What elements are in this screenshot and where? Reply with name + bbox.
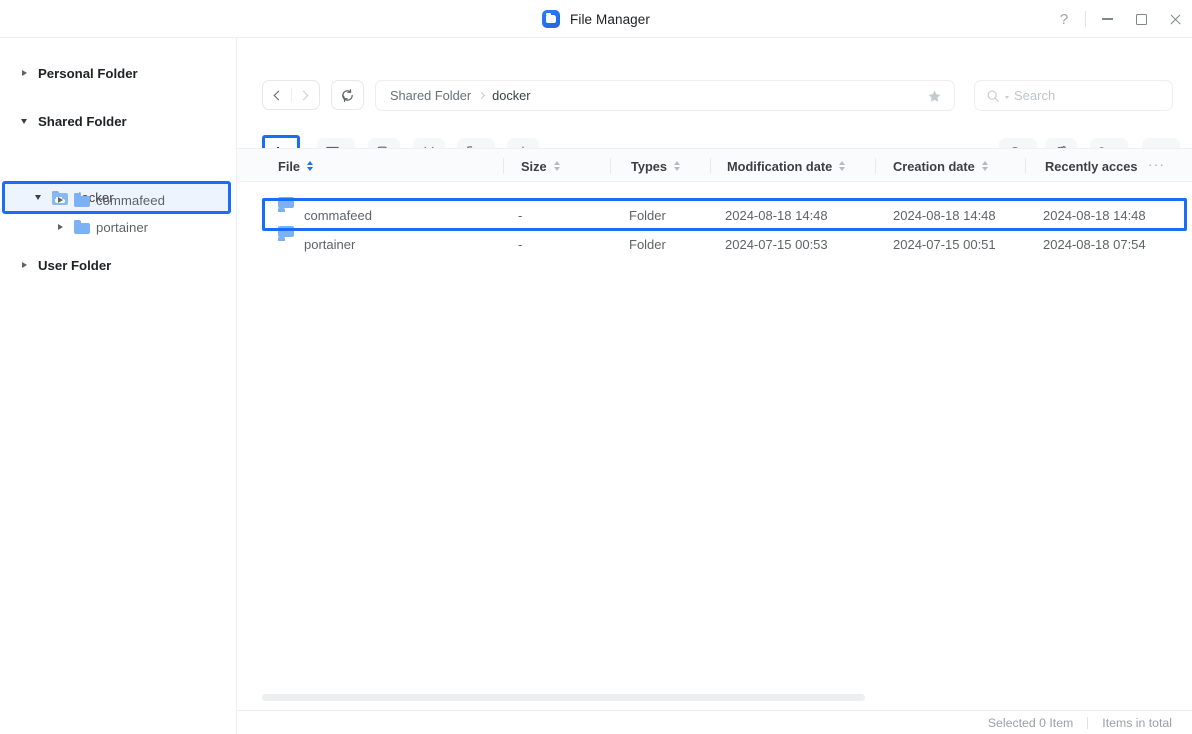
chevron-right-icon[interactable] (52, 192, 68, 208)
column-header-modification-date[interactable]: Modification date (727, 149, 846, 183)
chevron-right-icon[interactable] (16, 257, 32, 273)
horizontal-scrollbar[interactable] (262, 694, 865, 701)
column-label: Recently acces (1045, 158, 1138, 174)
column-label: Types (631, 158, 668, 174)
sidebar-item-label: Personal Folder (38, 65, 138, 81)
folder-icon (74, 193, 90, 207)
page-title: File Manager (570, 11, 650, 27)
file-size: - (518, 207, 523, 223)
selected-count: Selected 0 Item (987, 715, 1074, 730)
maximize-icon (1135, 13, 1147, 25)
breadcrumb-item-shared-folder[interactable]: Shared Folder (390, 88, 471, 103)
divider (1025, 158, 1026, 174)
search-input[interactable]: Search (1014, 88, 1055, 103)
chevron-right-icon[interactable] (16, 65, 32, 81)
chevron-right-icon[interactable] (52, 219, 68, 235)
sidebar-item-label: User Folder (38, 257, 112, 273)
column-label: Creation date (893, 158, 975, 174)
sort-indicator[interactable] (674, 161, 681, 171)
folder-app-icon (542, 10, 560, 28)
sidebar-item-label: commafeed (96, 192, 165, 208)
total-count: Items in total (1102, 715, 1172, 730)
sort-indicator[interactable] (981, 161, 988, 171)
file-type: Folder (629, 236, 666, 252)
sidebar-item-label: Shared Folder (38, 113, 127, 129)
help-button[interactable]: ? (1047, 0, 1081, 38)
minimize-icon (1101, 18, 1113, 20)
divider (503, 158, 504, 174)
search-box[interactable]: Search (974, 80, 1173, 111)
chevron-down-icon[interactable] (1005, 96, 1009, 99)
column-header-recently-accessed[interactable]: Recently acces (1045, 149, 1145, 183)
column-header-size[interactable]: Size (521, 149, 560, 183)
table-header: File Size Types Modification date Creati… (237, 148, 1192, 182)
column-header-types[interactable]: Types (631, 149, 681, 183)
file-name: commafeed (304, 207, 372, 223)
column-header-file[interactable]: File (278, 149, 314, 183)
sort-indicator[interactable] (307, 161, 314, 171)
sidebar-item-label: portainer (96, 219, 149, 235)
status-bar: Selected 0 Item Items in total (237, 710, 1192, 734)
maximize-button[interactable] (1124, 0, 1158, 38)
search-icon (987, 90, 999, 102)
file-size: - (518, 236, 523, 252)
column-header-creation-date[interactable]: Creation date (893, 149, 988, 183)
close-icon (1169, 13, 1181, 25)
sidebar-item-portainer[interactable]: portainer (6, 214, 230, 240)
sidebar-item-shared-folder[interactable]: Shared Folder (6, 108, 230, 134)
window-controls: ? (1047, 0, 1192, 38)
divider (610, 158, 611, 174)
close-button[interactable] (1158, 0, 1192, 38)
chevron-left-icon (273, 90, 284, 100)
column-label: File (278, 158, 301, 174)
divider (1085, 11, 1086, 27)
refresh-button[interactable] (331, 80, 364, 110)
title-bar-center: File Manager (0, 0, 1192, 38)
question-mark-icon: ? (1059, 10, 1069, 28)
table-row[interactable]: commafeed - Folder 2024-08-18 14:48 2024… (237, 196, 1192, 230)
breadcrumb-item-docker[interactable]: docker (492, 88, 530, 103)
file-accessed: 2024-08-18 07:54 (1043, 236, 1146, 252)
chevron-right-icon (478, 91, 486, 100)
sidebar-item-commafeed[interactable]: commafeed (6, 187, 230, 213)
sidebar-item-personal-folder[interactable]: Personal Folder (6, 60, 230, 86)
file-created: 2024-07-15 00:51 (893, 236, 996, 252)
file-modified: 2024-07-15 00:53 (725, 236, 828, 252)
file-accessed: 2024-08-18 14:48 (1043, 207, 1146, 223)
forward-button[interactable] (291, 81, 319, 109)
file-created: 2024-08-18 14:48 (893, 207, 996, 223)
table-row[interactable]: portainer - Folder 2024-07-15 00:53 2024… (237, 225, 1192, 259)
navigation-arrows (262, 80, 320, 110)
sidebar-item-user-folder[interactable]: User Folder (6, 252, 230, 278)
star-icon (928, 90, 940, 102)
column-label: Size (521, 158, 547, 174)
main-content: Shared Folder docker Search (237, 38, 1192, 734)
sort-indicator[interactable] (839, 161, 846, 171)
title-bar: File Manager ? (0, 0, 1192, 38)
divider (875, 158, 876, 174)
more-horizontal-icon[interactable]: ··· (1148, 158, 1166, 171)
chevron-down-icon[interactable] (16, 113, 32, 129)
sort-indicator[interactable] (553, 161, 560, 171)
file-modified: 2024-08-18 14:48 (725, 207, 828, 223)
file-name: portainer (304, 236, 356, 252)
folder-icon (74, 220, 90, 234)
back-button[interactable] (263, 81, 291, 109)
divider (1087, 716, 1089, 729)
favorite-button[interactable] (924, 86, 944, 106)
refresh-icon (342, 88, 353, 102)
sidebar: Personal Folder Shared Folder docker com… (0, 38, 237, 734)
column-label: Modification date (727, 158, 833, 174)
chevron-right-icon (298, 90, 309, 100)
file-type: Folder (629, 207, 666, 223)
breadcrumb[interactable]: Shared Folder docker (375, 80, 955, 111)
divider (710, 158, 711, 174)
minimize-button[interactable] (1090, 0, 1124, 38)
